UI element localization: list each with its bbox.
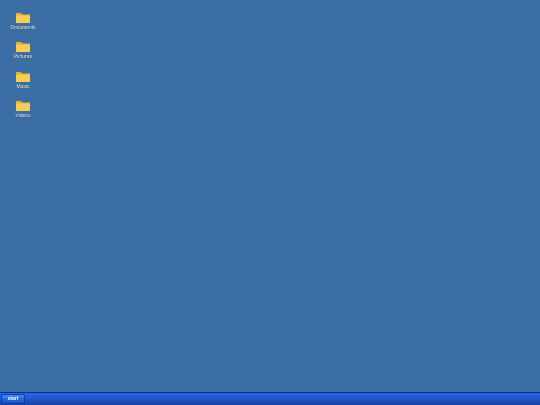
desktop-icon-music[interactable]: Music xyxy=(4,69,42,97)
desktop-icon-documents[interactable]: Documents xyxy=(4,10,42,38)
taskbar: start xyxy=(0,392,540,405)
folder-icon xyxy=(16,101,30,111)
desktop-icon-label: Pictures xyxy=(13,54,33,60)
desktop-icon-label: Videos xyxy=(15,113,31,119)
start-button[interactable]: start xyxy=(1,394,25,404)
desktop-icon-label: Documents xyxy=(10,25,36,31)
desktop-icon-label: Music xyxy=(16,84,30,90)
desktop[interactable]: Documents Pictures Music Videos xyxy=(0,0,540,392)
desktop-icon-videos[interactable]: Videos xyxy=(4,98,42,126)
folder-icon xyxy=(16,13,30,23)
folder-icon xyxy=(16,72,30,82)
desktop-icon-pictures[interactable]: Pictures xyxy=(4,39,42,67)
folder-icon xyxy=(16,42,30,52)
